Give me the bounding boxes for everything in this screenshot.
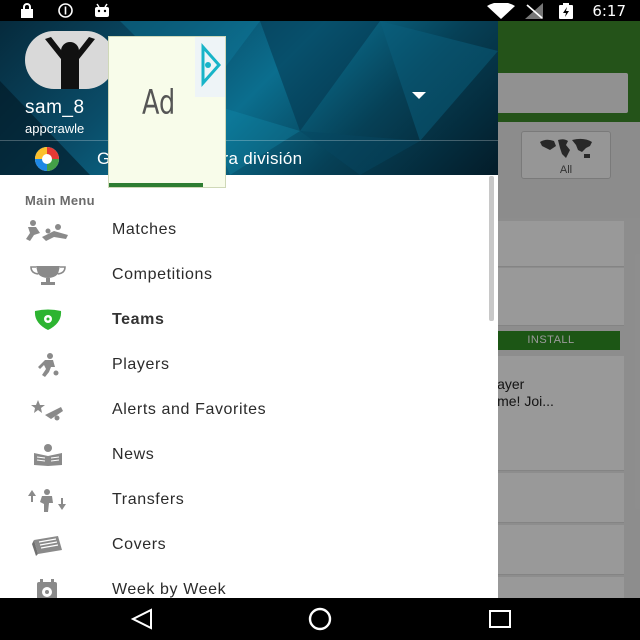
main-menu-heading: Main Menu [25, 193, 95, 208]
no-signal-icon [525, 3, 543, 19]
menu-item-label: Teams [112, 311, 165, 328]
ad-choices-button[interactable] [195, 37, 225, 97]
back-button[interactable] [122, 606, 162, 632]
menu-item-teams[interactable]: Teams [0, 298, 490, 343]
account-username: sam_8 [25, 97, 85, 118]
league-name-tail: ra división [222, 149, 303, 168]
drawer-scrollbar[interactable] [489, 176, 494, 321]
player-kick-icon [24, 352, 72, 378]
home-button[interactable] [300, 606, 340, 632]
menu-item-alerts-favorites[interactable]: Alerts and Favorites [0, 388, 490, 433]
menu-item-news[interactable]: News [0, 433, 490, 478]
transfer-arrows-icon [24, 487, 72, 513]
menu-item-label: Competitions [112, 266, 213, 283]
navigation-bar [0, 598, 640, 640]
user-silhouette-icon [45, 37, 95, 89]
menu-item-matches[interactable]: Matches [0, 208, 490, 253]
ad-progress-bar [109, 183, 203, 187]
menu-item-label: Matches [112, 221, 177, 238]
recents-icon [489, 610, 511, 628]
menu-item-covers[interactable]: Covers [0, 523, 490, 568]
menu-item-label: Transfers [112, 491, 185, 508]
shield-ball-icon [24, 307, 72, 333]
recents-button[interactable] [480, 606, 520, 632]
lock-icon [21, 3, 33, 18]
android-icon [95, 3, 109, 17]
info-circle-icon [58, 3, 73, 18]
menu-item-label: Covers [112, 536, 167, 553]
menu-item-label: Alerts and Favorites [112, 401, 267, 418]
players-tackle-icon [24, 217, 72, 243]
status-bar: 6:17 [0, 0, 640, 21]
trophy-icon [24, 262, 72, 288]
menu-item-week-by-week[interactable]: Week by Week [0, 568, 490, 598]
star-alert-icon [24, 397, 72, 423]
wifi-icon [487, 3, 515, 19]
ad-overlay[interactable]: Ad [108, 36, 226, 188]
league-selector[interactable]: Gra división [0, 140, 498, 175]
home-icon [308, 607, 332, 631]
menu-item-transfers[interactable]: Transfers [0, 478, 490, 523]
menu-item-players[interactable]: Players [0, 343, 490, 388]
menu-item-label: Players [112, 356, 170, 373]
avatar[interactable] [25, 31, 115, 89]
chevron-down-icon[interactable] [410, 91, 428, 101]
navigation-drawer: sam_8 appcrawlem Gra división Main Menu [0, 21, 498, 598]
back-icon [130, 608, 152, 630]
ad-choices-icon [201, 43, 222, 87]
menu-item-label: Week by Week [112, 581, 227, 598]
drawer-header: sam_8 appcrawlem Gra división [0, 21, 498, 175]
battery-charging-icon [559, 3, 573, 19]
account-email-head: appcrawle [25, 121, 85, 136]
newspaper-icon [24, 532, 72, 558]
ad-label: Ad [142, 83, 176, 123]
news-reader-icon [24, 442, 72, 468]
clock: 6:17 [592, 2, 626, 20]
menu-item-competitions[interactable]: Competitions [0, 253, 490, 298]
menu-item-label: News [112, 446, 155, 463]
calendar-ball-icon [24, 577, 72, 598]
league-logo-icon [35, 147, 59, 171]
